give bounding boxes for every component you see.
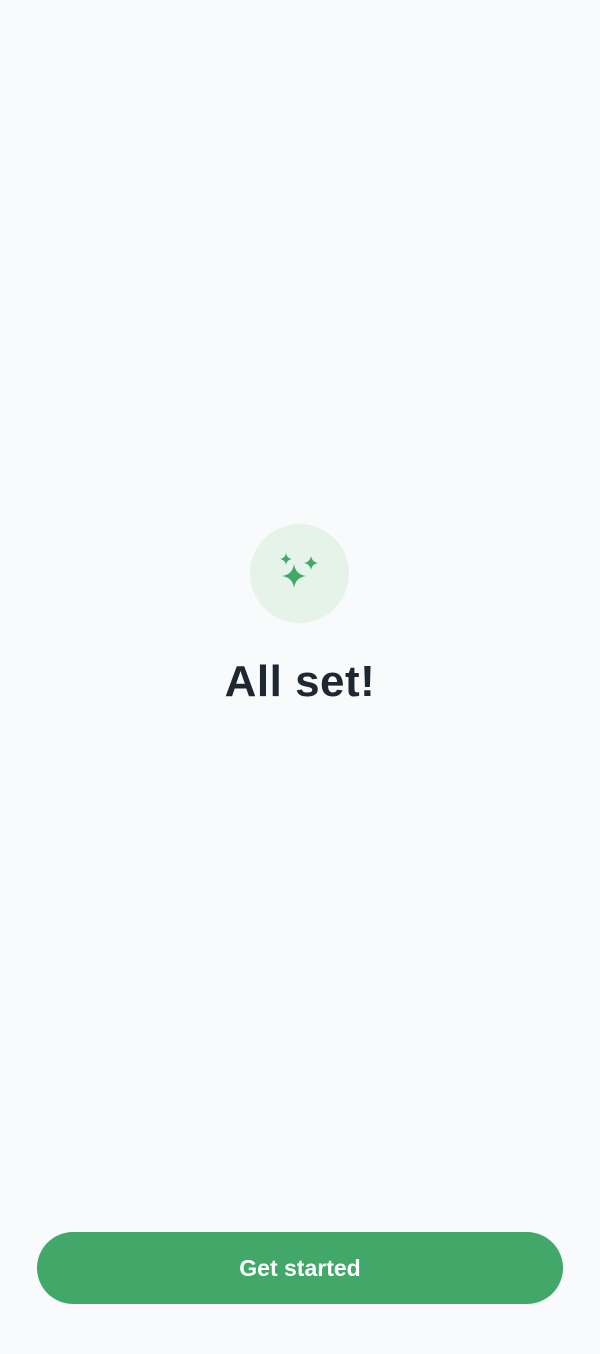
get-started-button[interactable]: Get started: [37, 1232, 563, 1304]
completion-screen: All set! Get started: [0, 0, 600, 1354]
sparkles-icon: [250, 524, 349, 623]
completion-title: All set!: [224, 657, 376, 706]
